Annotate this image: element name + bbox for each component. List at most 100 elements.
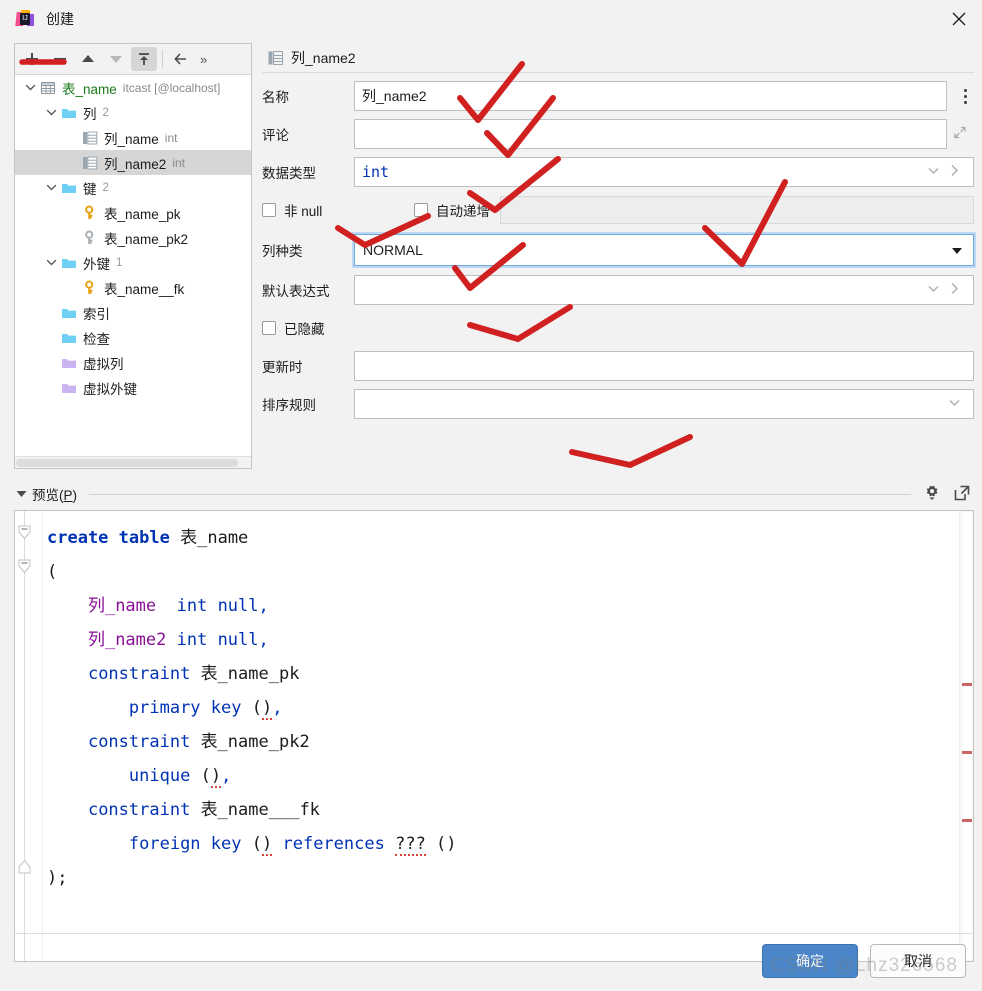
default-expression-input[interactable]: [354, 275, 974, 305]
add-button[interactable]: [19, 47, 45, 71]
tree-item[interactable]: 列_name2 int: [15, 150, 251, 175]
data-type-input[interactable]: [354, 157, 974, 187]
triangle-down-icon[interactable]: [12, 490, 30, 498]
editor-error-stripe[interactable]: [959, 511, 973, 961]
chevron-down-icon[interactable]: [947, 395, 962, 413]
cancel-button[interactable]: 取消: [870, 944, 966, 978]
tree-toolbar: »: [15, 44, 251, 75]
code-token: create: [47, 528, 109, 548]
chevron-down-icon[interactable]: [926, 163, 941, 181]
tree-item[interactable]: 表_name_pk: [15, 200, 251, 225]
triangle-down-icon: [951, 242, 963, 258]
tree-item[interactable]: 表_name__fk: [15, 275, 251, 300]
fold-marker-open[interactable]: [18, 525, 31, 540]
form-header-title: 列_name2: [291, 49, 356, 66]
move-down-button[interactable]: [103, 47, 129, 71]
twisty-placeholder: [63, 200, 81, 225]
chevron-down-icon[interactable]: [42, 175, 60, 200]
move-up-button[interactable]: [75, 47, 101, 71]
name-label: 名称: [262, 90, 289, 105]
twisty-placeholder: [42, 325, 60, 350]
code-token: 表_name_pk: [200, 664, 300, 684]
fold-marker-end[interactable]: [18, 859, 31, 874]
tree-item[interactable]: 表_name itcast [@localhost]: [15, 75, 251, 100]
remove-button[interactable]: [47, 47, 73, 71]
comment-input[interactable]: [354, 119, 947, 149]
name-input[interactable]: [354, 81, 947, 111]
tree-horizontal-scrollbar[interactable]: [15, 456, 251, 468]
more-vertical-icon[interactable]: [956, 83, 974, 109]
code-token: (: [47, 562, 58, 582]
folder-blue-icon: [60, 254, 78, 272]
editor-gutter: [15, 511, 43, 961]
move-to-top-button[interactable]: [131, 47, 157, 71]
tree-item-label: 表_name_pk: [104, 206, 181, 222]
tree-item[interactable]: 虚拟列: [15, 350, 251, 375]
code-token: (): [425, 834, 457, 854]
code-line: constraint 表_name_pk: [47, 657, 959, 691]
sql-preview-editor[interactable]: create table 表_name ( 列_name int null, 列_…: [14, 510, 974, 962]
key-gold-icon: [81, 279, 99, 297]
hidden-checkbox[interactable]: [262, 321, 276, 335]
folder-blue-icon: [60, 329, 78, 347]
tree-item[interactable]: 检查: [15, 325, 251, 350]
dialog-content: » 表_name itcast [@localhost] 列 2 列_name int 列_…: [0, 38, 982, 991]
external-link-icon[interactable]: [954, 485, 970, 504]
chevron-down-icon[interactable]: [42, 250, 60, 275]
code-token: ,: [272, 698, 283, 718]
field-row-on-update: 更新时: [262, 351, 974, 381]
tree-item[interactable]: 键2: [15, 175, 251, 200]
on-update-input[interactable]: [354, 351, 974, 381]
ok-button[interactable]: 确定: [762, 944, 858, 978]
tree-item[interactable]: 列2: [15, 100, 251, 125]
code-line: constraint 表_name___fk: [47, 793, 959, 827]
column-kind-select[interactable]: NORMAL: [354, 234, 974, 266]
code-token: primary key: [128, 698, 242, 718]
toolbar-overflow-button[interactable]: »: [196, 52, 211, 67]
code-token: ???: [395, 834, 426, 856]
back-button[interactable]: [168, 47, 194, 71]
sql-code[interactable]: create table 表_name ( 列_name int null, 列_…: [43, 511, 959, 961]
gear-icon[interactable]: [923, 484, 940, 504]
chevron-down-icon[interactable]: [42, 100, 60, 125]
tree-item-label: 索引: [83, 306, 110, 322]
code-token: 列_name: [87, 596, 157, 616]
code-token: unique: [128, 766, 191, 786]
fold-marker-block[interactable]: [18, 559, 31, 574]
scrollbar-thumb[interactable]: [16, 459, 238, 467]
tree-item[interactable]: 索引: [15, 300, 251, 325]
default-expression-label: 默认表达式: [262, 284, 330, 299]
toolbar-divider: [162, 50, 163, 68]
twisty-placeholder: [63, 275, 81, 300]
collation-input[interactable]: [354, 389, 974, 419]
chevron-right-icon[interactable]: [947, 163, 962, 181]
code-token: ): [261, 698, 273, 720]
column-icon: [266, 49, 284, 67]
chevron-down-icon[interactable]: [926, 281, 941, 299]
not-null-checkbox[interactable]: [262, 203, 276, 217]
footer-divider: [14, 933, 974, 934]
auto-increment-checkbox[interactable]: [414, 203, 428, 217]
chevron-right-icon[interactable]: [947, 281, 962, 299]
key-gold-icon: [81, 204, 99, 222]
object-tree[interactable]: 表_name itcast [@localhost] 列 2 列_name int 列_na…: [15, 75, 251, 456]
tree-item[interactable]: 列_name int: [15, 125, 251, 150]
editor-vertical-scrollbar[interactable]: [963, 512, 972, 960]
tree-item[interactable]: 表_name_pk2: [15, 225, 251, 250]
chevron-down-icon[interactable]: [21, 75, 39, 100]
column-kind-value: NORMAL: [363, 242, 423, 258]
hidden-label: 已隐藏: [284, 322, 325, 337]
tree-item[interactable]: 虚拟外键: [15, 375, 251, 400]
close-icon[interactable]: [936, 0, 982, 38]
tree-item[interactable]: 外键 1: [15, 250, 251, 275]
expand-diagonal-icon[interactable]: [953, 126, 967, 143]
preview-title: 预览(P): [32, 488, 78, 503]
tree-item-suffix: int: [164, 130, 178, 145]
